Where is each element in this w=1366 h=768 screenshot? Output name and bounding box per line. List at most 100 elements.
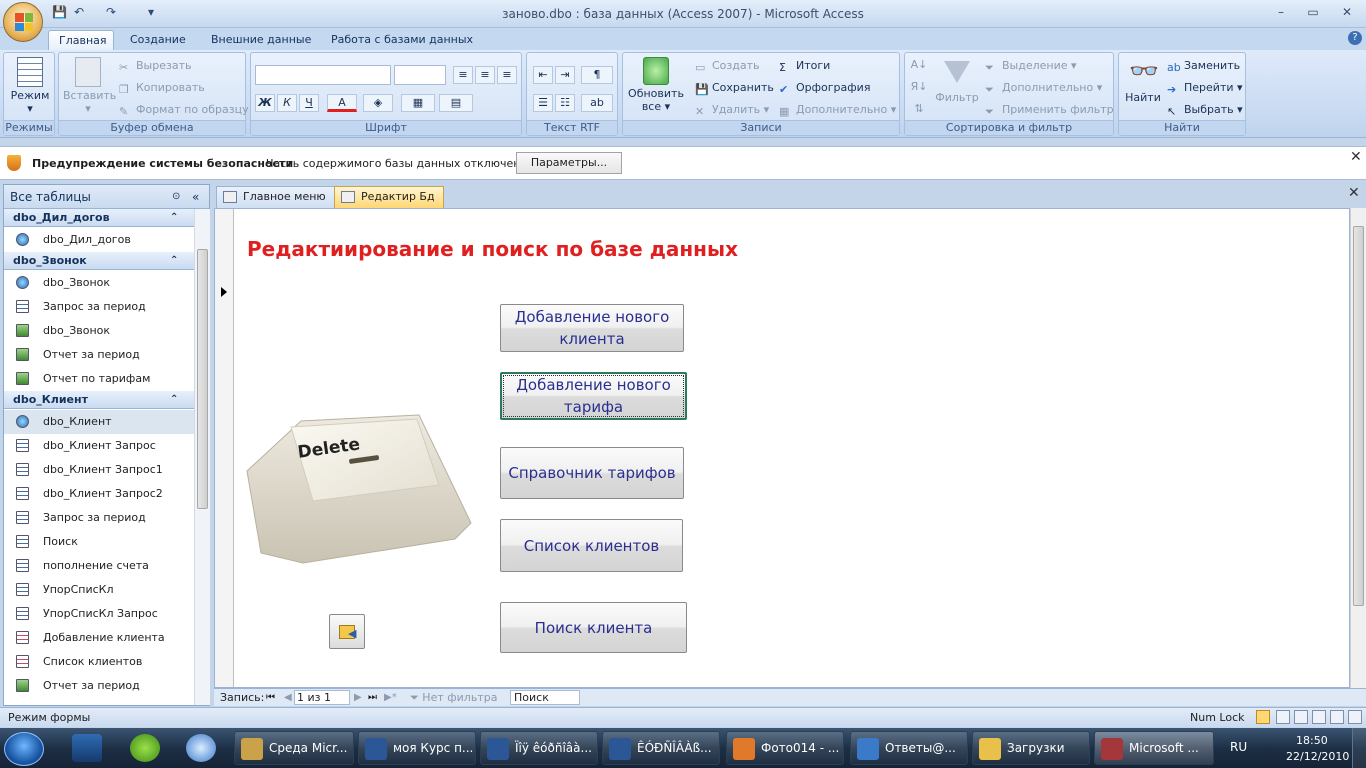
security-options-button[interactable]: Параметры... — [516, 152, 622, 174]
nav-item[interactable]: dbo_Клиент Запрос2 — [4, 482, 194, 506]
record-position-field[interactable]: 1 из 1 — [294, 690, 350, 705]
undo-icon[interactable]: ↶ — [74, 5, 84, 21]
advanced-filter-button[interactable]: ⏷ Дополнительно ▾ — [985, 79, 1102, 97]
tab-main-menu[interactable]: Главное меню — [216, 186, 335, 208]
nav-item[interactable]: Список клиентов — [4, 650, 194, 674]
client-list-button[interactable]: Список клиентов — [500, 519, 683, 572]
help-icon[interactable]: ? — [1348, 31, 1362, 45]
new-record-nav-icon[interactable]: ▶* — [384, 689, 397, 706]
find-button[interactable]: 👓 Найти — [1121, 57, 1165, 104]
delete-record-button[interactable]: ✕ Удалить ▾ — [695, 101, 769, 119]
taskbar-item[interactable]: Среда Micr... — [234, 731, 354, 765]
taskbar-item[interactable]: Microsoft ... — [1094, 731, 1214, 765]
form-view-icon[interactable] — [1256, 710, 1270, 724]
minimize-button[interactable]: – — [1268, 3, 1294, 21]
chevron-up-icon[interactable]: ⌃ — [170, 209, 178, 226]
close-document-icon[interactable]: ✕ — [1348, 185, 1360, 201]
save-record-button[interactable]: 💾 Сохранить — [695, 79, 774, 97]
first-record-icon[interactable]: ⏮ — [266, 689, 275, 706]
goto-button[interactable]: ➔ Перейти ▾ — [1167, 79, 1243, 97]
nav-item[interactable]: dbo_Клиент Запрос1 — [4, 458, 194, 482]
decrease-indent-icon[interactable]: ⇤ — [533, 66, 553, 84]
nav-group-header[interactable]: dbo_Звонок ⌃ — [4, 252, 194, 270]
nav-item[interactable]: dbo_Клиент Запрос — [4, 434, 194, 458]
sort-asc-icon[interactable]: A↓ — [909, 57, 929, 75]
format-painter-button[interactable]: ✎ Формат по образцу — [119, 101, 249, 119]
nav-item[interactable]: dbo_Звонок — [4, 319, 194, 343]
taskbar-item[interactable]: моя Курс п... — [358, 731, 476, 765]
nav-item[interactable]: Запрос за период — [4, 506, 194, 530]
tab-create[interactable]: Создание — [120, 30, 196, 50]
italic-button[interactable]: К — [277, 94, 297, 112]
tariffs-directory-button[interactable]: Справочник тарифов — [500, 447, 684, 499]
taskbar-item[interactable]: Ïîÿ êóðñîâà... — [480, 731, 598, 765]
increase-indent-icon[interactable]: ⇥ — [555, 66, 575, 84]
pivot-chart-view-icon[interactable] — [1312, 710, 1326, 724]
record-selector[interactable] — [215, 209, 234, 687]
clock-date[interactable]: 22/12/2010 — [1286, 750, 1349, 763]
tab-database-tools[interactable]: Работа с базами данных — [321, 30, 483, 50]
new-record-button[interactable]: ▭ Создать — [695, 57, 760, 75]
font-name-combo[interactable] — [255, 65, 391, 85]
more-records-button[interactable]: ▦ Дополнительно ▾ — [779, 101, 896, 119]
add-tariff-button[interactable]: Добавление нового тарифа — [500, 372, 687, 420]
nav-item[interactable]: Отчет по тарифам — [4, 367, 194, 391]
toggle-filter-button[interactable]: ⏷ Применить фильтр — [985, 101, 1114, 119]
nav-group-header[interactable]: dbo_Дил_догов ⌃ — [4, 209, 194, 227]
next-record-icon[interactable]: ▶ — [354, 689, 362, 706]
tab-external-data[interactable]: Внешние данные — [201, 30, 321, 50]
close-button[interactable]: ✕ — [1334, 3, 1360, 21]
nav-item[interactable]: Запрос за период — [4, 295, 194, 319]
alt-fill-icon[interactable]: ▤ — [439, 94, 473, 112]
nav-item[interactable]: Отчет за период — [4, 674, 194, 698]
start-button[interactable] — [4, 732, 44, 766]
kmplayer-icon[interactable] — [72, 734, 102, 762]
taskbar-item[interactable]: ÊÓÐÑÎÂÀß... — [602, 731, 720, 765]
shutter-bar-close-icon[interactable]: « — [192, 185, 199, 209]
save-icon[interactable]: 💾 — [52, 5, 67, 21]
underline-button[interactable]: Ч — [299, 94, 319, 112]
font-color-button[interactable]: А — [327, 94, 357, 112]
align-right-icon[interactable]: ≡ — [497, 66, 517, 84]
refresh-all-button[interactable]: Обновить все ▾ — [625, 57, 687, 113]
customize-qat-icon[interactable]: ▾ — [148, 5, 154, 21]
nav-pane-header[interactable]: Все таблицы ⊙ « — [4, 185, 209, 209]
show-desktop-button[interactable] — [1352, 728, 1366, 768]
totals-button[interactable]: Σ Итоги — [779, 57, 830, 75]
record-search-input[interactable]: Поиск — [510, 690, 580, 705]
nav-item[interactable]: dbo_Звонок — [4, 271, 194, 295]
form-scroll-thumb[interactable] — [1353, 226, 1364, 606]
paragraph-direction-icon[interactable]: ¶ — [581, 66, 613, 84]
taskbar-item[interactable]: Загрузки — [972, 731, 1090, 765]
nav-item[interactable]: dbo_Клиент — [4, 410, 194, 434]
clear-sort-icon[interactable]: ⇅ — [909, 101, 929, 119]
align-center-icon[interactable]: ≡ — [475, 66, 495, 84]
safari-icon[interactable] — [186, 734, 216, 762]
nav-scrollbar[interactable] — [194, 209, 210, 705]
nav-item[interactable]: dbo_Дил_догов — [4, 228, 194, 252]
chevron-up-icon[interactable]: ⌃ — [170, 391, 178, 408]
tab-home[interactable]: Главная — [48, 30, 114, 50]
nav-item[interactable]: УпорСписКл Запрос — [4, 602, 194, 626]
bold-button[interactable]: Ж — [255, 94, 275, 112]
maximize-button[interactable]: ▭ — [1300, 3, 1326, 21]
gridlines-icon[interactable]: ▦ — [401, 94, 435, 112]
form-scrollbar[interactable] — [1350, 208, 1366, 688]
selection-button[interactable]: ⏷ Выделение ▾ — [985, 57, 1077, 75]
add-client-button[interactable]: Добавление нового клиента — [500, 304, 684, 352]
nav-item[interactable]: пополнение счета — [4, 554, 194, 578]
align-left-icon[interactable]: ≡ — [453, 66, 473, 84]
exit-form-button[interactable]: ◀ — [329, 614, 365, 649]
fill-color-icon[interactable]: ◈ — [363, 94, 393, 112]
numbering-icon[interactable]: ☰ — [533, 94, 553, 112]
cut-button[interactable]: ✂ Вырезать — [119, 57, 191, 75]
nav-item[interactable]: Добавление клиента — [4, 626, 194, 650]
copy-button[interactable]: ❐ Копировать — [119, 79, 205, 97]
previous-record-icon[interactable]: ◀ — [284, 689, 292, 706]
spelling-button[interactable]: ✔ Орфография — [779, 79, 870, 97]
last-record-icon[interactable]: ⏭ — [368, 689, 377, 706]
paste-button[interactable]: Вставить ▾ — [63, 57, 116, 115]
icq-icon[interactable] — [130, 734, 160, 762]
no-filter-indicator[interactable]: ⏷ Нет фильтра — [410, 689, 497, 706]
language-indicator[interactable]: RU — [1230, 740, 1247, 754]
